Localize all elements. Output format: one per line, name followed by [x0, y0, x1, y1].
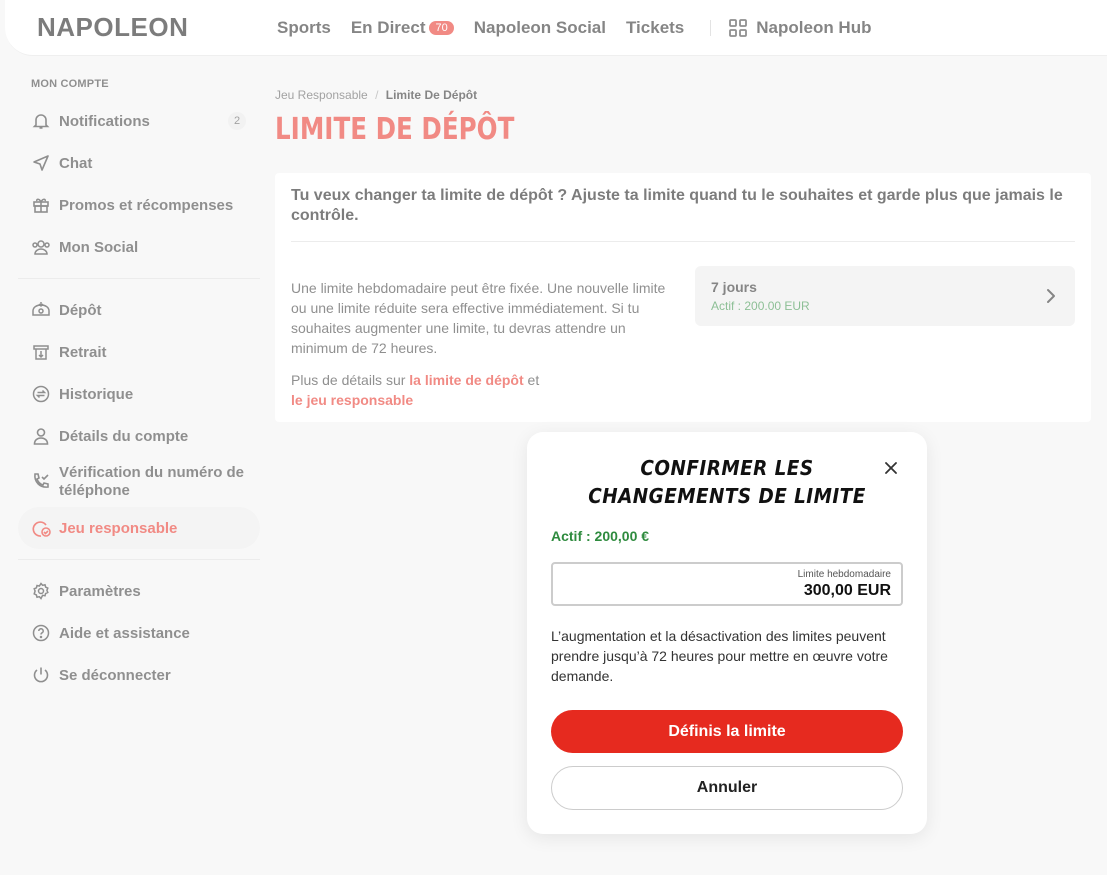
weekly-limit-caption: Limite hebdomadaire: [797, 569, 891, 580]
cancel-button[interactable]: Annuler: [551, 766, 903, 810]
confirm-limit-button[interactable]: Définis la limite: [551, 710, 903, 753]
modal-note: L’augmentation et la désactivation des l…: [551, 628, 888, 684]
confirm-limit-modal: CONFIRMER LES CHANGEMENTS DE LIMITE Acti…: [527, 432, 927, 834]
close-icon[interactable]: [882, 459, 900, 477]
weekly-limit-value: 300,00 EUR: [803, 582, 891, 599]
modal-title-line2: CHANGEMENTS DE LIMITE: [588, 484, 866, 508]
modal-title-line1: CONFIRMER LES: [640, 456, 814, 480]
weekly-limit-input[interactable]: Limite hebdomadaire 300,00 EUR: [551, 562, 903, 606]
current-limit-status: Actif : 200,00 €: [551, 528, 650, 544]
modal-title: CONFIRMER LES CHANGEMENTS DE LIMITE: [571, 454, 884, 510]
